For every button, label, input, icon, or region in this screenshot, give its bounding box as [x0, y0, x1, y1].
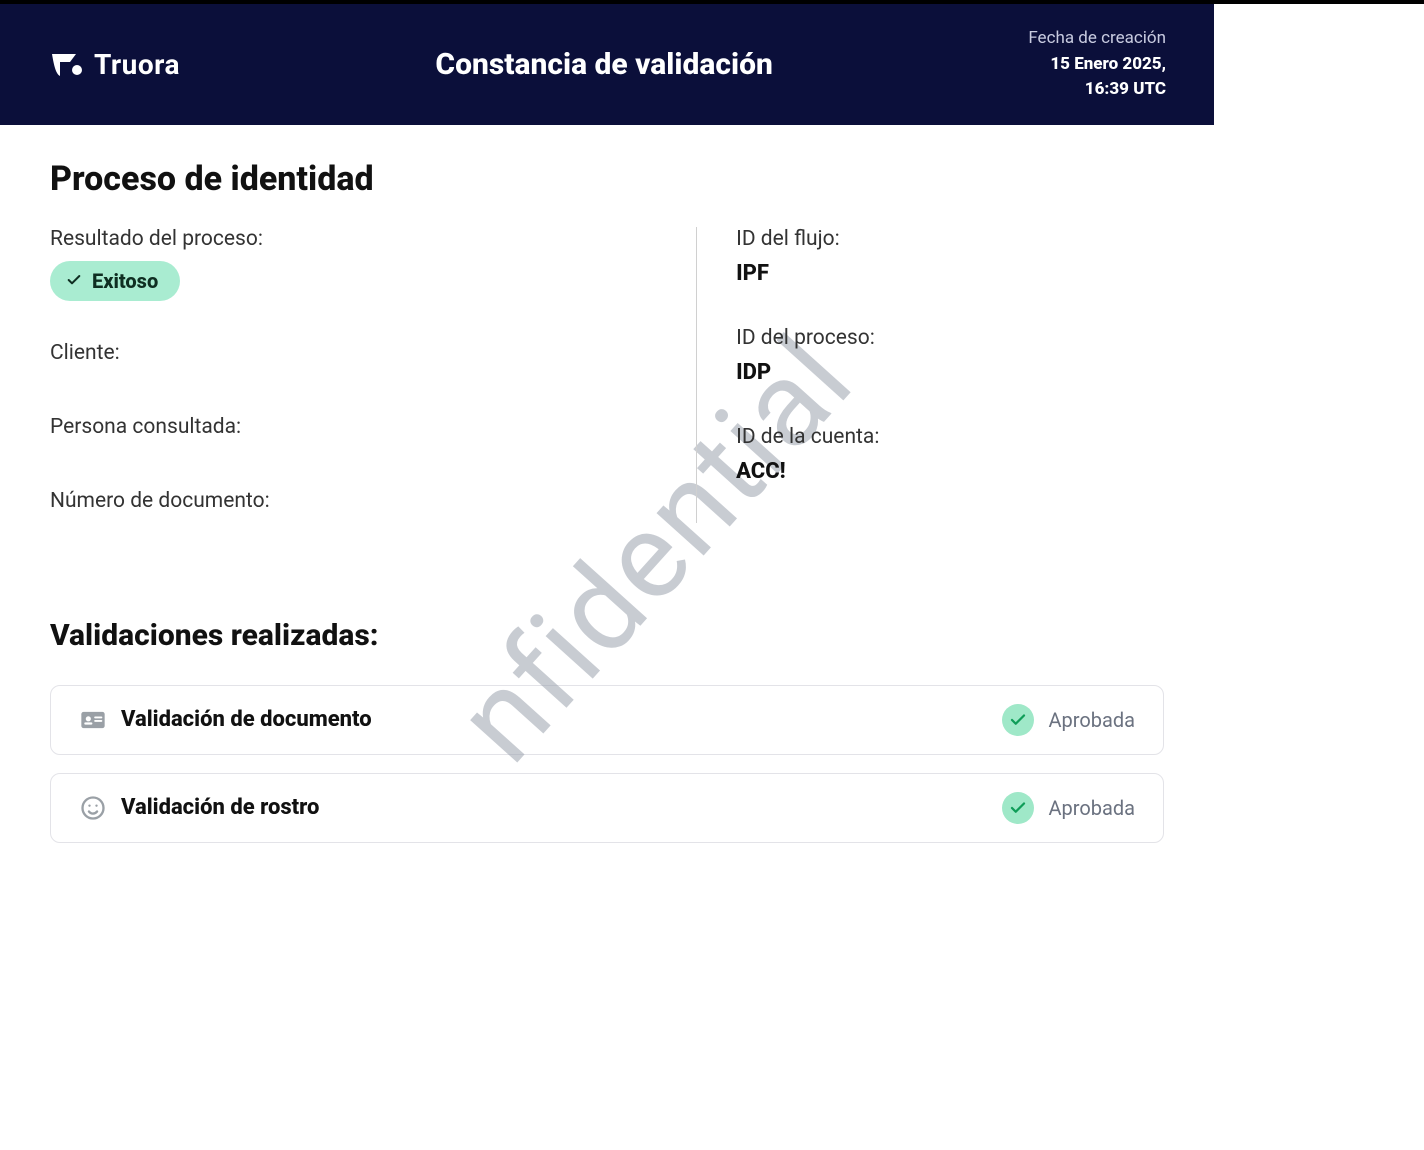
brand-mark-icon — [48, 46, 84, 82]
flow-value: IPF — [736, 261, 1164, 286]
validation-card-face: Validación de rostro Aprobada — [50, 773, 1164, 843]
identity-grid: Resultado del proceso: Exitoso Cliente: … — [50, 227, 1164, 523]
header: Truora Constancia de validación Fecha de… — [0, 4, 1214, 125]
account-value: ACC! — [736, 459, 1164, 484]
brand-logo: Truora — [48, 46, 180, 82]
creation-date-line1: 15 Enero 2025, — [1028, 52, 1166, 78]
brand-name: Truora — [94, 48, 180, 81]
check-circle-icon — [1002, 704, 1034, 736]
validation-status: Aprobada — [1048, 796, 1135, 820]
process-field: ID del proceso: IDP — [736, 326, 1164, 385]
client-field: Cliente: — [50, 341, 656, 375]
process-value: IDP — [736, 360, 1164, 385]
person-label: Persona consultada: — [50, 415, 656, 439]
validation-status: Aprobada — [1048, 708, 1135, 732]
flow-label: ID del flujo: — [736, 227, 1164, 251]
identity-section-title: Proceso de identidad — [50, 159, 1164, 199]
client-label: Cliente: — [50, 341, 656, 365]
validations-title: Validaciones realizadas: — [50, 618, 1164, 653]
check-icon — [66, 269, 82, 293]
status-badge: Exitoso — [50, 261, 180, 301]
validation-name: Validación de rostro — [121, 795, 319, 820]
account-label: ID de la cuenta: — [736, 425, 1164, 449]
result-label: Resultado del proceso: — [50, 227, 656, 251]
id-card-icon — [79, 706, 107, 734]
face-icon — [79, 794, 107, 822]
result-field: Resultado del proceso: Exitoso — [50, 227, 656, 301]
account-field: ID de la cuenta: ACC! — [736, 425, 1164, 484]
page-title: Constancia de validación — [435, 47, 772, 82]
process-label: ID del proceso: — [736, 326, 1164, 350]
creation-meta: Fecha de creación 15 Enero 2025, 16:39 U… — [1028, 26, 1166, 103]
creation-label: Fecha de creación — [1028, 26, 1166, 52]
identity-right-column: ID del flujo: IPF ID del proceso: IDP ID… — [696, 227, 1164, 523]
flow-field: ID del flujo: IPF — [736, 227, 1164, 286]
vertical-divider — [696, 227, 697, 523]
identity-left-column: Resultado del proceso: Exitoso Cliente: … — [50, 227, 696, 523]
creation-date-line2: 16:39 UTC — [1028, 77, 1166, 103]
person-field: Persona consultada: — [50, 415, 656, 449]
docnum-label: Número de documento: — [50, 489, 656, 513]
validation-card-document: Validación de documento Aprobada — [50, 685, 1164, 755]
docnum-field: Número de documento: — [50, 489, 656, 523]
check-circle-icon — [1002, 792, 1034, 824]
content: nfidential Proceso de identidad Resultad… — [0, 125, 1214, 901]
status-text: Exitoso — [92, 269, 158, 293]
validation-name: Validación de documento — [121, 707, 372, 732]
